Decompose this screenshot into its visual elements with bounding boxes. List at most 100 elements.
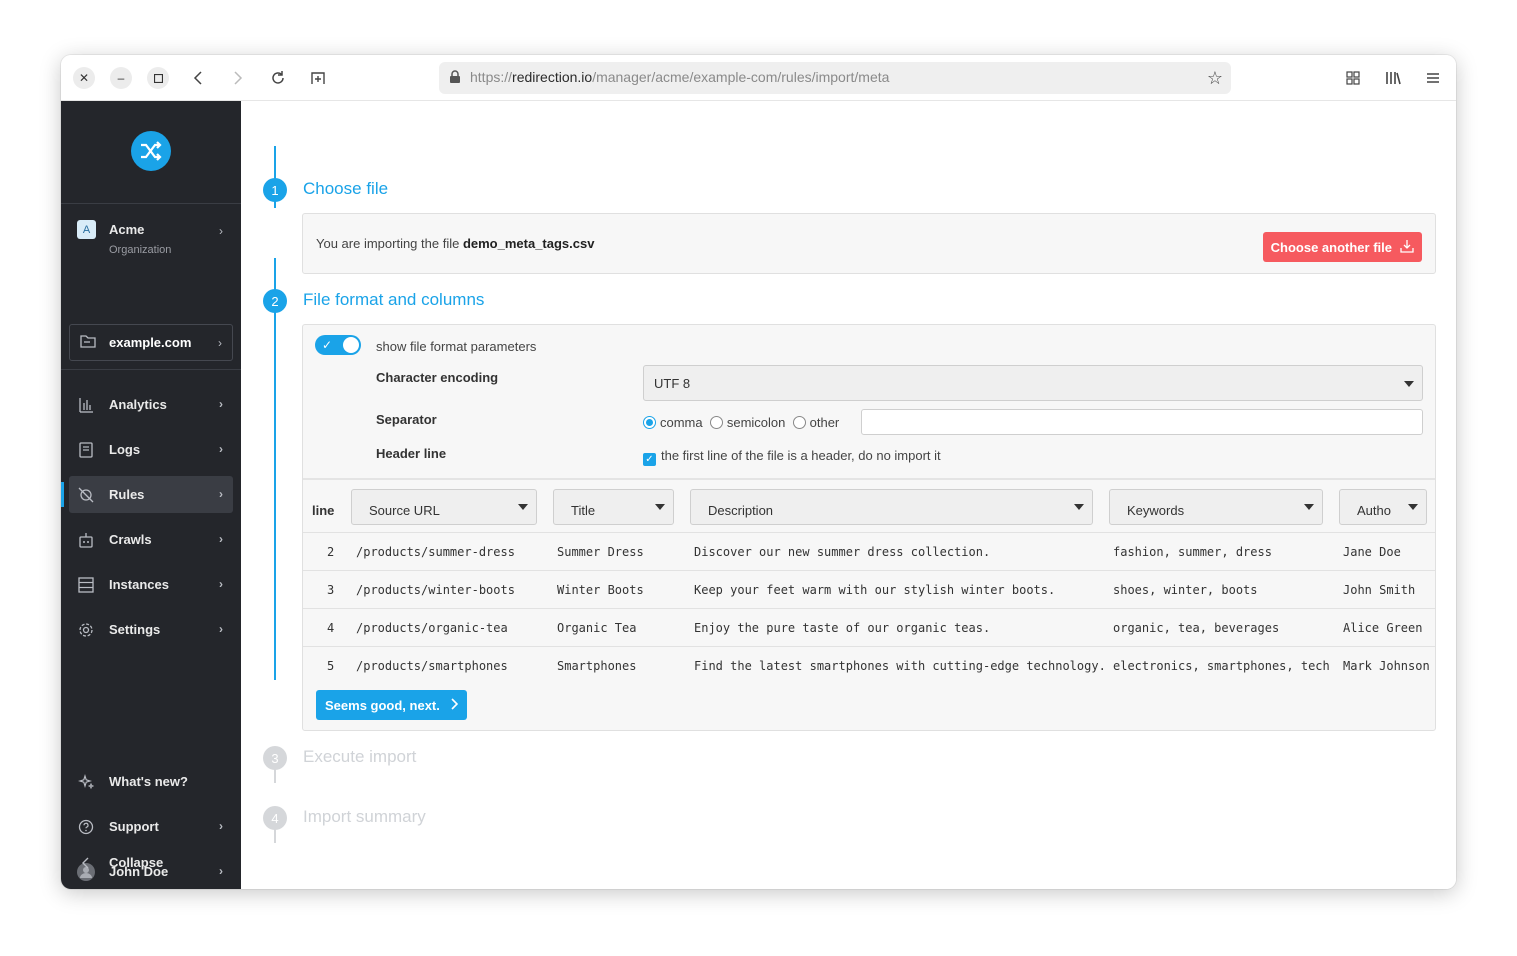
column-select-source-url[interactable]: Source URL — [351, 489, 537, 525]
chevron-right-icon: › — [219, 397, 223, 411]
sidebar-item-support[interactable]: Support › — [69, 808, 233, 845]
org-name: Acme — [109, 222, 145, 237]
sidebar: A Acme Organization › example.com › Anal… — [61, 101, 241, 889]
sidebar-item-crawls[interactable]: Crawls › — [69, 521, 233, 558]
dropdown-caret-icon — [655, 504, 665, 510]
separator-other-input[interactable] — [861, 409, 1423, 435]
table-row-divider — [303, 608, 1435, 609]
row-author: Mark Johnson — [1343, 659, 1430, 673]
chevron-left-icon — [77, 854, 95, 872]
sidebar-collapse-button[interactable]: Collapse — [69, 844, 233, 881]
check-icon: ✓ — [322, 338, 333, 352]
sidebar-item-whats-new[interactable]: What's new? — [69, 763, 233, 800]
extensions-icon[interactable] — [1342, 67, 1364, 89]
separator-other-radio[interactable]: other — [792, 415, 839, 430]
dropdown-caret-icon — [518, 504, 528, 510]
back-icon[interactable] — [187, 67, 209, 89]
row-keywords: electronics, smartphones, tech — [1113, 659, 1330, 673]
site-name: example.com — [109, 335, 192, 350]
menu-icon[interactable] — [1422, 67, 1444, 89]
dropdown-caret-icon — [1304, 504, 1314, 510]
close-window-icon[interactable]: ✕ — [73, 67, 95, 89]
column-select-description[interactable]: Description — [690, 489, 1093, 525]
main-content: 1 Choose file You are importing the file… — [241, 101, 1456, 889]
column-select-title[interactable]: Title — [553, 489, 674, 525]
library-icon[interactable] — [1382, 67, 1404, 89]
help-icon — [77, 818, 95, 836]
row-line: 4 — [327, 621, 335, 635]
row-source-url: /products/summer-dress — [356, 545, 515, 559]
step-1-number: 1 — [263, 178, 287, 202]
rules-icon — [77, 486, 95, 504]
sidebar-item-logs[interactable]: Logs › — [69, 431, 233, 468]
sidebar-item-rules[interactable]: Rules › — [61, 476, 233, 513]
sidebar-site-selector[interactable]: example.com › — [69, 324, 233, 361]
step-connector — [274, 828, 276, 843]
import-filename: demo_meta_tags.csv — [462, 236, 595, 251]
row-line: 3 — [327, 583, 335, 597]
forward-icon[interactable] — [227, 67, 249, 89]
step-4-number: 4 — [263, 806, 287, 830]
choose-another-file-button[interactable]: Choose another file — [1262, 232, 1422, 262]
chevron-right-icon: › — [218, 336, 222, 350]
row-source-url: /products/winter-boots — [356, 583, 515, 597]
column-select-author[interactable]: Autho — [1339, 489, 1427, 525]
chevron-right-icon — [450, 697, 459, 713]
seems-good-next-button[interactable]: Seems good, next. — [316, 690, 467, 720]
header-line-label: Header line — [376, 446, 447, 461]
org-subtitle: Organization — [109, 244, 172, 256]
sidebar-organization[interactable]: A Acme Organization › — [69, 210, 233, 258]
redirection-logo[interactable] — [131, 131, 171, 171]
sidebar-item-label: Settings — [109, 622, 161, 637]
step-3-number: 3 — [263, 746, 287, 770]
table-row-divider — [303, 532, 1435, 533]
chevron-right-icon: › — [219, 224, 223, 238]
row-title: Winter Boots — [557, 583, 644, 597]
row-keywords: shoes, winter, boots — [1113, 583, 1258, 597]
sidebar-item-analytics[interactable]: Analytics › — [69, 386, 233, 423]
sidebar-item-label: Collapse — [109, 855, 164, 870]
column-select-keywords[interactable]: Keywords — [1109, 489, 1323, 525]
choose-file-panel: You are importing the file demo_meta_tag… — [302, 213, 1436, 274]
row-author: John Smith — [1343, 583, 1416, 597]
lock-icon — [449, 70, 461, 89]
separator-options: comma semicolon other — [643, 415, 839, 430]
row-description: Find the latest smartphones with cutting… — [694, 659, 1106, 673]
dropdown-caret-icon — [1074, 504, 1084, 510]
step-2-number: 2 — [263, 289, 287, 313]
bookmark-star-icon[interactable]: ☆ — [1207, 68, 1223, 89]
browser-toolbar: ✕ – https://redirection.io/manager/acme/… — [61, 55, 1456, 101]
chevron-right-icon: › — [219, 622, 223, 636]
row-keywords: fashion, summer, dress — [1113, 545, 1272, 559]
step-connector — [274, 768, 276, 783]
sparkles-icon — [77, 773, 95, 791]
analytics-icon — [77, 396, 95, 414]
sidebar-item-label: Rules — [109, 487, 145, 502]
sidebar-item-label: Crawls — [109, 532, 152, 547]
minimize-window-icon[interactable]: – — [110, 67, 132, 89]
screenshot-icon[interactable] — [307, 67, 329, 89]
maximize-window-icon[interactable] — [147, 67, 169, 89]
step-2-title[interactable]: File format and columns — [303, 290, 484, 310]
download-icon — [1400, 239, 1414, 256]
sidebar-item-settings[interactable]: Settings › — [69, 611, 233, 648]
separator-comma-radio[interactable]: comma — [643, 415, 703, 430]
reload-icon[interactable] — [267, 67, 289, 89]
row-keywords: organic, tea, beverages — [1113, 621, 1280, 635]
row-description: Keep your feet warm with our stylish win… — [694, 583, 1056, 597]
crawls-icon — [77, 531, 95, 549]
row-title: Organic Tea — [557, 621, 637, 635]
encoding-label: Character encoding — [376, 370, 499, 385]
org-badge: A — [77, 220, 96, 239]
show-parameters-toggle[interactable]: ✓ — [315, 335, 361, 355]
dropdown-caret-icon — [1408, 504, 1418, 510]
step-1-title[interactable]: Choose file — [303, 179, 388, 199]
separator-semicolon-radio[interactable]: semicolon — [709, 415, 785, 430]
chevron-right-icon: › — [219, 487, 223, 501]
encoding-select[interactable]: UTF 8 — [643, 365, 1423, 401]
sidebar-item-instances[interactable]: Instances › — [69, 566, 233, 603]
address-bar[interactable]: https://redirection.io/manager/acme/exam… — [439, 62, 1231, 94]
header-line-checkbox[interactable]: ✓ the first line of the file is a header,… — [643, 448, 941, 466]
row-description: Enjoy the pure taste of our organic teas… — [694, 621, 991, 635]
row-author: Alice Green — [1343, 621, 1423, 635]
